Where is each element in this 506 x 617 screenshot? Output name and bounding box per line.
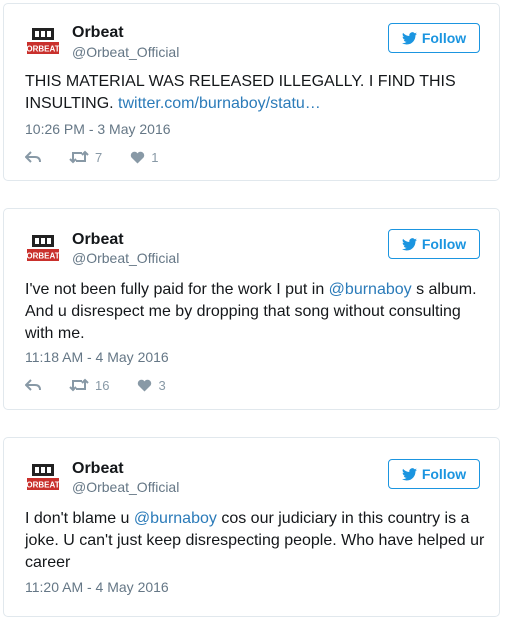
avatar[interactable]: ORBEAT	[25, 231, 61, 267]
follow-label: Follow	[421, 236, 467, 252]
twitter-bird-icon	[401, 237, 417, 250]
like-count: 3	[158, 377, 166, 393]
tweet-text: I've not been fully paid for the work I …	[25, 279, 485, 345]
tweet-timestamp[interactable]: 11:18 AM - 4 May 2016	[25, 349, 169, 365]
reply-icon	[25, 151, 41, 163]
follow-button[interactable]: Follow	[388, 229, 480, 259]
svg-text:ORBEAT: ORBEAT	[26, 45, 59, 54]
retweet-button[interactable]: 7	[69, 150, 102, 165]
mention-link[interactable]: @burnaboy	[134, 510, 217, 527]
tweet-timestamp[interactable]: 10:26 PM - 3 May 2016	[25, 121, 171, 137]
tweet-card: ORBEAT Orbeat @Orbeat_Official Follow I …	[3, 437, 500, 617]
like-button[interactable]: 1	[130, 150, 158, 165]
retweet-count: 7	[95, 149, 103, 165]
tweet-text: I don't blame u @burnaboy cos our judici…	[25, 508, 485, 574]
twitter-bird-icon	[401, 31, 417, 44]
retweet-icon	[69, 150, 89, 164]
tweet-link[interactable]: twitter.com/burnaboy/statu…	[118, 95, 321, 112]
tweet-text-body: I've not been fully paid for the work I …	[25, 281, 329, 298]
reply-button[interactable]	[25, 378, 41, 392]
follow-button[interactable]: Follow	[388, 23, 480, 53]
tweet-card: ORBEAT Orbeat @Orbeat_Official Follow TH…	[3, 3, 500, 181]
avatar[interactable]: ORBEAT	[25, 24, 61, 60]
heart-icon	[131, 151, 145, 164]
reply-icon	[25, 379, 41, 391]
tweet-timestamp[interactable]: 11:20 AM - 4 May 2016	[25, 579, 169, 595]
author-name[interactable]: Orbeat	[72, 460, 124, 478]
svg-text:ORBEAT: ORBEAT	[26, 481, 59, 490]
tweet-text-body: I don't blame u	[25, 510, 134, 527]
svg-text:ORBEAT: ORBEAT	[26, 252, 59, 261]
author-name[interactable]: Orbeat	[72, 24, 124, 42]
twitter-bird-icon	[401, 467, 417, 480]
heart-icon	[138, 379, 152, 392]
author-handle[interactable]: @Orbeat_Official	[72, 479, 179, 495]
retweet-count: 16	[95, 377, 110, 393]
follow-label: Follow	[421, 466, 467, 482]
reply-button[interactable]	[25, 150, 41, 164]
tweet-actions: 7 1	[25, 148, 186, 166]
follow-label: Follow	[421, 30, 467, 46]
follow-button[interactable]: Follow	[388, 459, 480, 489]
avatar[interactable]: ORBEAT	[25, 460, 61, 496]
author-handle[interactable]: @Orbeat_Official	[72, 250, 179, 266]
retweet-button[interactable]: 16	[69, 378, 109, 393]
author-handle[interactable]: @Orbeat_Official	[72, 44, 179, 60]
tweet-actions: 16 3	[25, 376, 194, 394]
retweet-icon	[69, 378, 89, 392]
mention-link[interactable]: @burnaboy	[329, 281, 412, 298]
like-count: 1	[151, 149, 159, 165]
like-button[interactable]: 3	[137, 377, 166, 393]
author-name[interactable]: Orbeat	[72, 231, 124, 249]
tweet-text: THIS MATERIAL WAS RELEASED ILLEGALLY. I …	[25, 71, 485, 115]
tweet-card: ORBEAT Orbeat @Orbeat_Official Follow I'…	[3, 208, 500, 410]
